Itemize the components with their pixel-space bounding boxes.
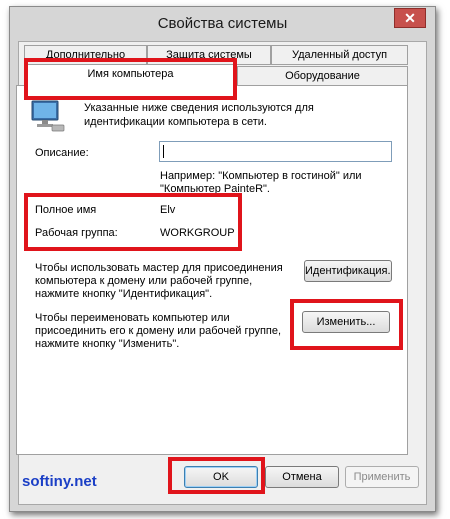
network-id-line-3: нажмите кнопку "Идентификация". <box>35 288 213 300</box>
highlight-box-name-info <box>24 193 242 251</box>
intro-line-1: Указанные ниже сведения используются для <box>84 102 314 114</box>
rename-line-1: Чтобы переименовать компьютер или <box>35 312 230 324</box>
tab-hardware[interactable]: Оборудование <box>237 66 408 86</box>
window-title: Свойства системы <box>157 15 288 32</box>
network-id-line-1: Чтобы использовать мастер для присоедине… <box>35 262 283 274</box>
rename-line-2: присоединить его к домену или рабочей гр… <box>35 325 282 337</box>
cancel-button[interactable]: Отмена <box>265 466 339 488</box>
watermark: softiny.net <box>22 473 97 490</box>
highlight-box-tab <box>24 58 237 100</box>
description-hint-line-1: Например: "Компьютер в гостиной" или <box>160 170 362 182</box>
description-input[interactable] <box>159 141 392 162</box>
highlight-box-change <box>290 299 403 350</box>
highlight-box-ok <box>168 457 265 494</box>
title-bar: Свойства системы ✕ <box>10 7 435 41</box>
rename-line-3: нажмите кнопку "Изменить". <box>35 338 180 350</box>
text-caret <box>163 145 164 158</box>
description-label: Описание: <box>35 147 89 159</box>
close-icon[interactable]: ✕ <box>394 8 426 28</box>
network-id-line-2: компьютера к домену или рабочей группе, <box>35 275 253 287</box>
tab-remote[interactable]: Удаленный доступ <box>271 45 408 65</box>
network-id-button[interactable]: Идентификация... <box>304 260 392 282</box>
computer-icon <box>31 100 65 132</box>
apply-button: Применить <box>345 466 419 488</box>
intro-line-2: идентификации компьютера в сети. <box>84 116 267 128</box>
